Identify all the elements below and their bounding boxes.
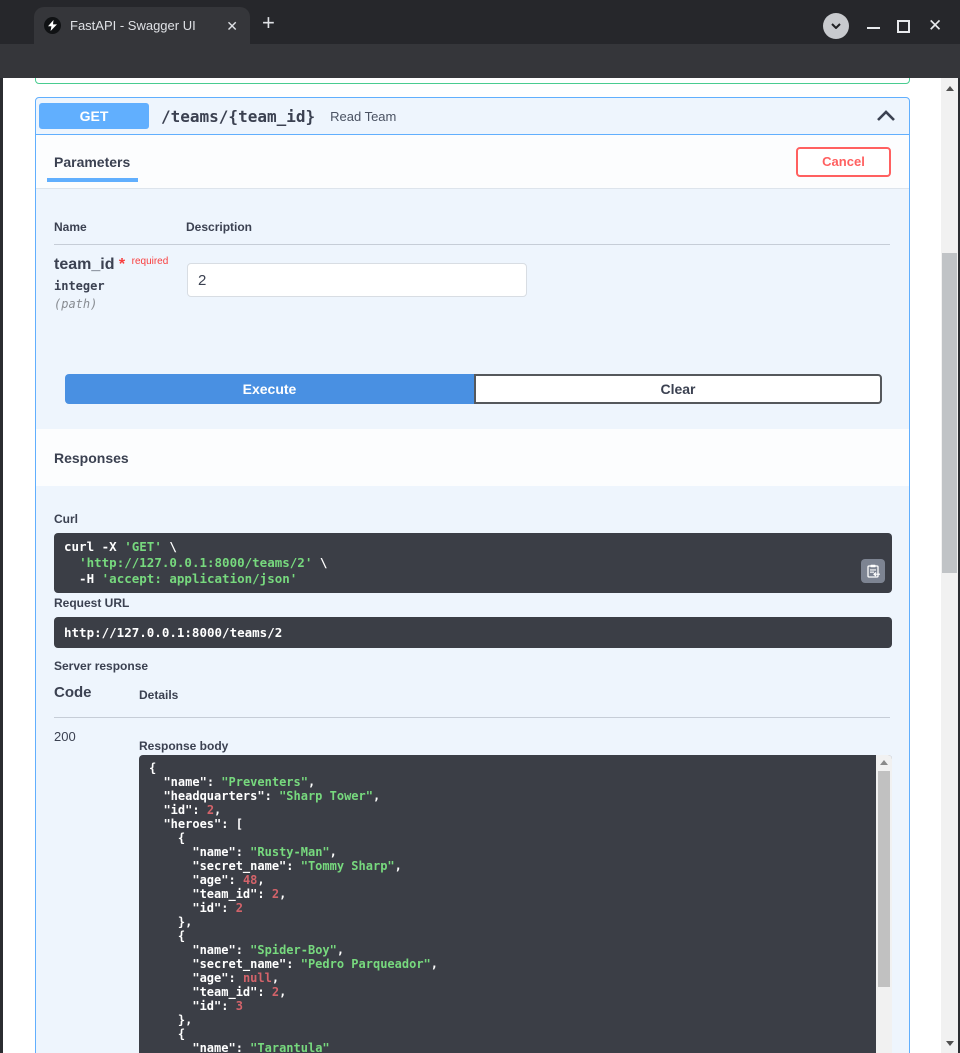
- get-operation-block: GET /teams/{team_id} Read Team Parameter…: [35, 97, 910, 1053]
- window-maximize-button[interactable]: [897, 20, 910, 33]
- swagger-page: GET /teams/{team_id} Read Team Parameter…: [0, 78, 960, 1053]
- response-body-block[interactable]: { "name": "Preventers", "headquarters": …: [139, 755, 892, 1053]
- operation-summary: Read Team: [330, 109, 396, 124]
- curl-label: Curl: [54, 512, 78, 526]
- team-id-input[interactable]: [187, 263, 527, 297]
- fastapi-favicon-icon: [44, 17, 61, 34]
- parameter-name: team_id: [54, 256, 114, 273]
- tab-title: FastAPI - Swagger UI: [70, 18, 215, 33]
- curl-command-block[interactable]: curl -X 'GET' \ 'http://127.0.0.1:8000/t…: [54, 533, 892, 593]
- scrollbar-down-icon[interactable]: [941, 1035, 958, 1051]
- window-menu-button[interactable]: [823, 13, 849, 39]
- operation-path: /teams/{team_id}: [161, 107, 315, 126]
- server-response-divider: [54, 717, 890, 718]
- parameters-header-band: Parameters Cancel: [36, 135, 909, 189]
- responses-title: Responses: [54, 450, 129, 466]
- parameter-type: integer: [54, 279, 168, 293]
- operation-header[interactable]: GET /teams/{team_id} Read Team: [36, 98, 909, 135]
- column-header-name: Name: [54, 220, 87, 234]
- page-scrollbar[interactable]: [941, 78, 958, 1053]
- request-url-label: Request URL: [54, 596, 129, 610]
- copy-to-clipboard-button[interactable]: [861, 559, 885, 583]
- tab-parameters[interactable]: Parameters: [54, 154, 130, 170]
- parameter-location: (path): [54, 297, 168, 311]
- execute-button[interactable]: Execute: [65, 374, 474, 404]
- scroll-up-arrow-icon[interactable]: [880, 760, 888, 765]
- method-badge: GET: [39, 103, 149, 129]
- page-scrollbar-thumb[interactable]: [942, 253, 957, 573]
- collapse-chevron-icon[interactable]: [876, 109, 896, 127]
- tab-strip: FastAPI - Swagger UI ✕ + ✕: [0, 0, 960, 44]
- response-scrollbar-thumb[interactable]: [878, 771, 890, 987]
- required-asterisk: *: [119, 256, 125, 273]
- scrollbar-up-icon[interactable]: [941, 80, 958, 96]
- tab-close-icon[interactable]: ✕: [224, 17, 240, 35]
- status-code: 200: [54, 729, 76, 744]
- previous-operation-block: [35, 78, 910, 84]
- new-tab-button[interactable]: +: [262, 10, 275, 36]
- browser-tab[interactable]: FastAPI - Swagger UI ✕: [34, 7, 250, 44]
- details-column-header: Details: [139, 688, 178, 702]
- server-response-label: Server response: [54, 659, 148, 673]
- clear-button[interactable]: Clear: [474, 374, 882, 404]
- window-minimize-button[interactable]: [867, 27, 880, 29]
- code-column-header: Code: [54, 684, 92, 701]
- column-header-description: Description: [186, 220, 252, 234]
- response-body-json: { "name": "Preventers", "headquarters": …: [139, 755, 876, 1053]
- request-url-block: http://127.0.0.1:8000/teams/2: [54, 617, 892, 648]
- response-body-scrollbar[interactable]: [876, 755, 892, 1053]
- response-body-label: Response body: [139, 739, 228, 753]
- parameter-name-cell: team_id * required integer (path): [54, 256, 168, 311]
- window-close-button[interactable]: ✕: [928, 17, 942, 34]
- browser-toolbar: 127.0.0.1:8000/docs#/default/read_team_t…: [0, 44, 960, 78]
- required-label: required: [132, 256, 169, 267]
- table-divider: [54, 244, 890, 245]
- window-left-border: [0, 78, 3, 1053]
- cancel-button[interactable]: Cancel: [796, 147, 891, 177]
- responses-header-band: Responses: [36, 429, 909, 486]
